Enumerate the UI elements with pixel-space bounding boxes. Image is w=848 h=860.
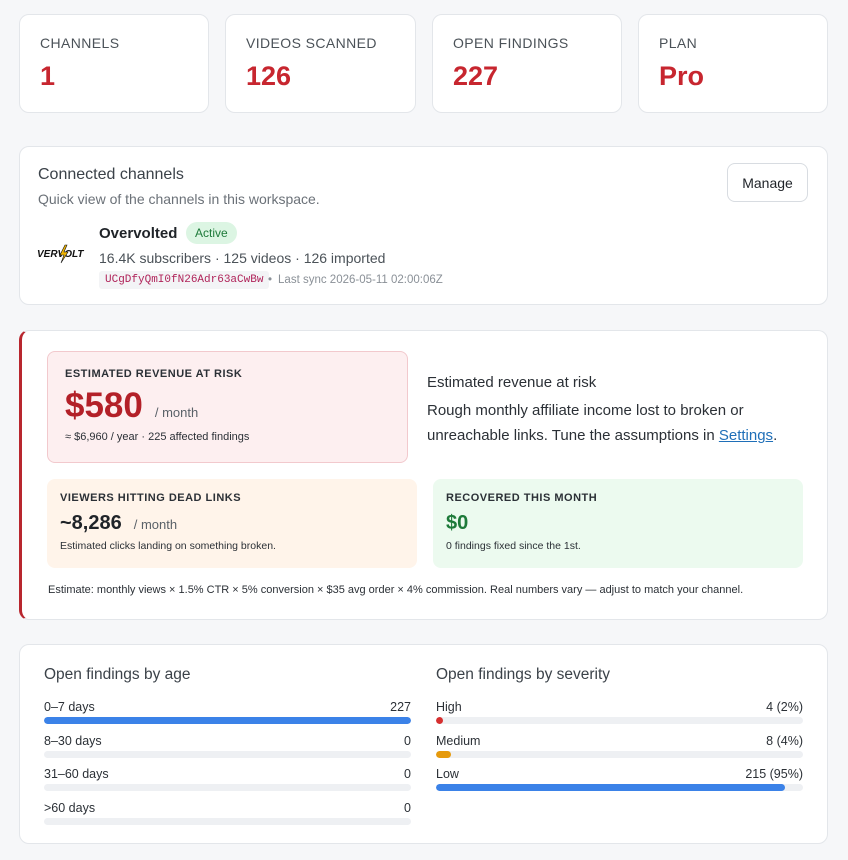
severity-bar-row: High 4 (2%) bbox=[436, 700, 803, 724]
connected-channels-card: Connected channels Quick view of the cha… bbox=[19, 146, 828, 305]
severity-bar-track bbox=[436, 751, 803, 758]
findings-breakdown-card: Open findings by age Open findings by se… bbox=[19, 644, 828, 844]
stat-card-channels: CHANNELS 1 bbox=[19, 14, 209, 113]
stat-label: CHANNELS bbox=[40, 35, 120, 51]
estimate-note: Estimate: monthly views × 1.5% CTR × 5% … bbox=[48, 584, 744, 596]
revenue-risk-box: ESTIMATED REVENUE AT RISK $580 / month ≈ … bbox=[47, 351, 408, 463]
recovered-label: RECOVERED THIS MONTH bbox=[446, 492, 598, 504]
severity-bar-value: 215 (95%) bbox=[745, 767, 803, 781]
separator-dot: · bbox=[295, 250, 304, 266]
stat-card-videos: VIDEOS SCANNED 126 bbox=[225, 14, 416, 113]
severity-bar-value: 8 (4%) bbox=[766, 734, 803, 748]
age-bar-value: 227 bbox=[390, 700, 411, 714]
channel-subscribers: 16.4K subscribers bbox=[99, 250, 212, 266]
severity-bar-track bbox=[436, 784, 803, 791]
stat-card-findings: OPEN FINDINGS 227 bbox=[432, 14, 622, 113]
risk-per-month: / month bbox=[154, 405, 199, 420]
severity-bar-value: 4 (2%) bbox=[766, 700, 803, 714]
stat-value: Pro bbox=[659, 61, 705, 91]
severity-bar-fill bbox=[436, 717, 444, 724]
age-bar-value: 0 bbox=[404, 734, 411, 748]
channel-stats: 16.4K subscribers · 125 videos · 126 imp… bbox=[99, 250, 385, 266]
separator-dot: · bbox=[214, 250, 224, 266]
severity-chart-title: Open findings by severity bbox=[436, 666, 611, 683]
age-bar-row: 0–7 days 227 bbox=[44, 700, 411, 724]
viewers-per-month: / month bbox=[133, 517, 178, 532]
manage-button[interactable]: Manage bbox=[727, 163, 808, 202]
age-bar-label: >60 days bbox=[44, 801, 96, 815]
age-bar-row: 8–30 days 0 bbox=[44, 734, 411, 758]
stat-value: 1 bbox=[40, 61, 56, 91]
channel-imported: 126 imported bbox=[303, 250, 386, 266]
risk-box-label: ESTIMATED REVENUE AT RISK bbox=[65, 368, 243, 380]
age-bar-track bbox=[44, 818, 411, 825]
stat-label: PLAN bbox=[659, 35, 698, 51]
age-bar-label: 31–60 days bbox=[44, 767, 109, 781]
recovered-box: RECOVERED THIS MONTH $0 0 findings fixed… bbox=[433, 479, 803, 568]
age-bar-track bbox=[44, 717, 411, 724]
severity-bar-row: Low 215 (95%) bbox=[436, 767, 803, 791]
recovered-note: 0 findings fixed since the 1st. bbox=[446, 540, 581, 552]
viewers-label: VIEWERS HITTING DEAD LINKS bbox=[60, 492, 242, 504]
severity-bar-label: High bbox=[436, 700, 462, 714]
card-title: Connected channels bbox=[38, 166, 184, 183]
severity-bar-label: Medium bbox=[436, 734, 481, 748]
last-sync: • Last sync 2026-05-11 02:00:06Z bbox=[268, 274, 443, 286]
recovered-value: $0 bbox=[446, 512, 469, 534]
viewers-value: ~8,286 bbox=[60, 512, 122, 534]
risk-description: Rough monthly affiliate income lost to b… bbox=[427, 398, 807, 448]
channel-logo: VERVOLT bbox=[37, 244, 84, 264]
severity-bar-track bbox=[436, 717, 803, 724]
age-bar-label: 8–30 days bbox=[44, 734, 102, 748]
channel-videos: 125 videos bbox=[223, 250, 292, 266]
channel-id: UCgDfyQmI0fN26Adr63aCwBw bbox=[99, 271, 270, 289]
age-bar-row: >60 days 0 bbox=[44, 801, 411, 825]
risk-amount: $580 bbox=[65, 386, 143, 425]
severity-bar-fill bbox=[436, 751, 451, 758]
age-bar-fill bbox=[44, 717, 411, 724]
age-bar-track bbox=[44, 751, 411, 758]
risk-description-end: . bbox=[773, 427, 778, 444]
stat-label: VIDEOS SCANNED bbox=[246, 35, 377, 51]
settings-link[interactable]: Settings bbox=[719, 427, 773, 444]
stat-value: 227 bbox=[453, 61, 499, 91]
revenue-risk-card: ESTIMATED REVENUE AT RISK $580 / month ≈ … bbox=[19, 330, 828, 620]
separator-dot: • bbox=[268, 274, 273, 286]
last-sync-text: Last sync 2026-05-11 02:00:06Z bbox=[278, 274, 443, 286]
age-bar-label: 0–7 days bbox=[44, 700, 95, 714]
risk-title: Estimated revenue at risk bbox=[427, 374, 597, 391]
risk-note: ≈ $6,960 / year · 225 affected findings bbox=[65, 431, 250, 443]
stat-label: OPEN FINDINGS bbox=[453, 35, 569, 51]
channel-name[interactable]: Overvolted bbox=[99, 225, 177, 242]
card-subtitle: Quick view of the channels in this works… bbox=[38, 191, 320, 207]
severity-bar-label: Low bbox=[436, 767, 459, 781]
stat-card-plan: PLAN Pro bbox=[638, 14, 828, 113]
age-bar-value: 0 bbox=[404, 801, 411, 815]
age-bar-row: 31–60 days 0 bbox=[44, 767, 411, 791]
viewers-dead-links-box: VIEWERS HITTING DEAD LINKS ~8,286 / month… bbox=[47, 479, 417, 568]
viewers-note: Estimated clicks landing on something br… bbox=[60, 540, 276, 552]
severity-bar-row: Medium 8 (4%) bbox=[436, 734, 803, 758]
age-bar-value: 0 bbox=[404, 767, 411, 781]
status-badge: Active bbox=[186, 222, 237, 244]
age-chart-title: Open findings by age bbox=[44, 666, 191, 683]
age-bar-track bbox=[44, 784, 411, 791]
severity-bar-fill bbox=[436, 784, 785, 791]
stat-value: 126 bbox=[246, 61, 292, 91]
risk-description-text: Rough monthly affiliate income lost to b… bbox=[427, 402, 744, 444]
